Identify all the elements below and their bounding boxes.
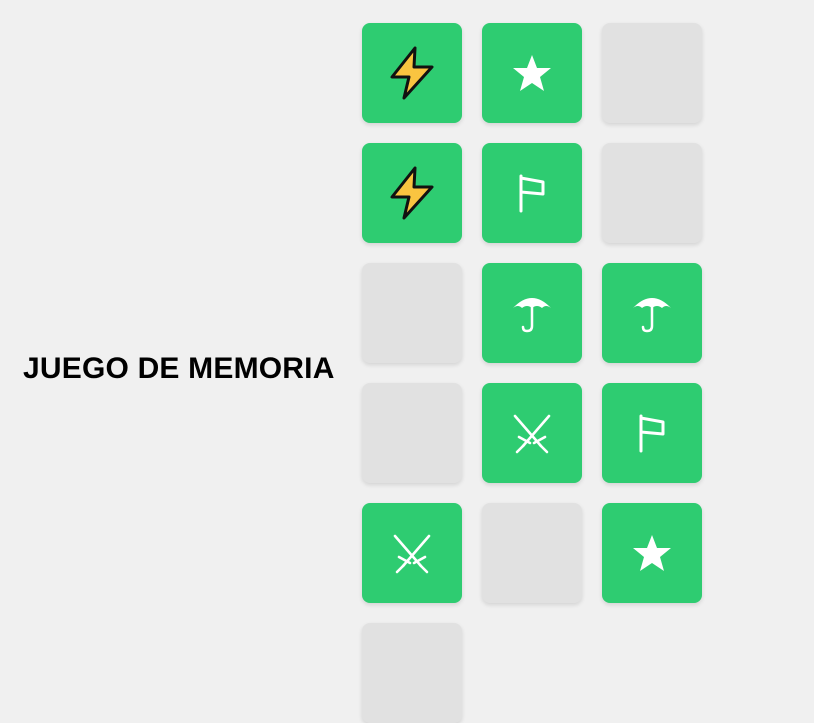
memory-card-revealed[interactable] [602,263,702,363]
memory-card-revealed[interactable] [482,23,582,123]
memory-card-revealed[interactable] [362,143,462,243]
umbrella-icon [624,285,680,341]
crossed-swords-icon [504,405,560,461]
memory-card-revealed[interactable] [482,263,582,363]
flag-icon [504,165,560,221]
memory-card-hidden[interactable] [362,623,462,723]
umbrella-icon [504,285,560,341]
star-icon [624,525,680,581]
lightning-icon [384,165,440,221]
memory-card-revealed[interactable] [602,503,702,603]
memory-card-revealed[interactable] [482,383,582,483]
memory-card-hidden[interactable] [362,263,462,363]
memory-card-hidden[interactable] [482,503,582,603]
memory-card-hidden[interactable] [602,23,702,123]
memory-card-hidden[interactable] [362,383,462,483]
star-icon [504,45,560,101]
memory-card-revealed[interactable] [602,383,702,483]
memory-card-revealed[interactable] [362,503,462,603]
memory-card-revealed[interactable] [362,23,462,123]
flag-icon [624,405,680,461]
game-title: JUEGO DE MEMORIA [23,352,335,385]
memory-card-hidden[interactable] [602,143,702,243]
crossed-swords-icon [384,525,440,581]
memory-card-revealed[interactable] [482,143,582,243]
lightning-icon [384,45,440,101]
